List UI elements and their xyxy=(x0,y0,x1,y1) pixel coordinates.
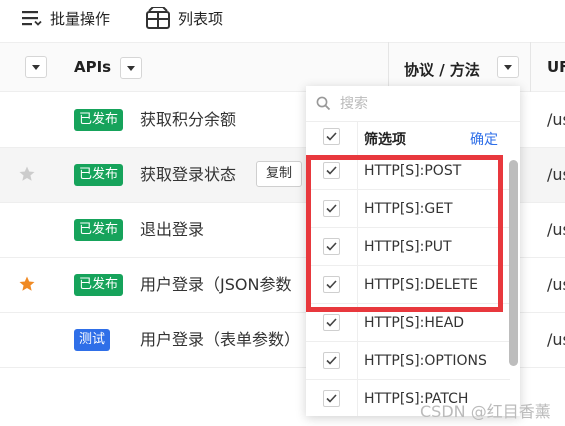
apis-column-dropdown[interactable] xyxy=(120,57,142,79)
option-label: HTTP[S]:HEAD xyxy=(364,315,465,331)
caret-down-icon xyxy=(504,64,512,70)
checkmark-icon xyxy=(326,132,337,141)
api-name[interactable]: 用户登录（表单参数） xyxy=(140,329,300,351)
option-checkbox[interactable] xyxy=(323,200,340,217)
checkmark-icon xyxy=(326,356,337,365)
api-url: /us xyxy=(547,275,565,294)
status-badge: 测试 xyxy=(74,329,111,351)
checkmark-icon xyxy=(326,318,337,327)
checkmark-icon xyxy=(326,280,337,289)
filter-option[interactable]: HTTP[S]:OPTIONS xyxy=(306,342,510,380)
caret-down-icon xyxy=(32,64,40,70)
api-url: /us xyxy=(547,165,565,184)
column-divider xyxy=(388,42,389,92)
filter-option[interactable]: HTTP[S]:GET xyxy=(306,190,510,228)
watermark: CSDN @红目香薰 xyxy=(420,402,551,421)
batch-operation-label: 批量操作 xyxy=(50,9,111,28)
api-name[interactable]: 用户登录（JSON参数 xyxy=(140,274,291,296)
column-divider xyxy=(530,42,531,92)
api-name[interactable]: 获取积分余额 xyxy=(140,109,236,131)
option-label: HTTP[S]:PUT xyxy=(364,239,452,255)
caret-down-icon xyxy=(127,65,135,71)
column-header-apis: APIs xyxy=(74,58,112,76)
filter-option[interactable]: HTTP[S]:PUT xyxy=(306,228,510,266)
list-columns-button[interactable]: 列表项 xyxy=(146,2,223,34)
toolbar: 批量操作 列表项 xyxy=(0,0,565,40)
api-name[interactable]: 退出登录 xyxy=(140,219,204,241)
filter-search-input[interactable] xyxy=(340,93,500,115)
filter-search xyxy=(306,86,520,122)
filter-option[interactable]: HTTP[S]:HEAD xyxy=(306,304,510,342)
filter-scrollbar[interactable] xyxy=(509,160,518,366)
checkmark-icon xyxy=(326,204,337,213)
batch-list-icon xyxy=(22,11,42,26)
status-badge: 已发布 xyxy=(74,219,124,241)
option-label: HTTP[S]:POST xyxy=(364,163,462,179)
list-columns-label: 列表项 xyxy=(178,9,224,28)
checkmark-icon xyxy=(326,394,337,403)
filter-title: 筛选项 xyxy=(364,132,406,148)
star-outline-icon[interactable] xyxy=(18,165,36,183)
api-url: /us xyxy=(547,220,565,239)
filter-option[interactable]: HTTP[S]:DELETE xyxy=(306,266,510,304)
search-icon xyxy=(316,96,331,111)
api-name[interactable]: 获取登录状态 xyxy=(140,164,236,186)
option-label: HTTP[S]:DELETE xyxy=(364,277,479,293)
checkmark-icon xyxy=(326,166,337,175)
option-checkbox[interactable] xyxy=(323,390,340,407)
option-checkbox[interactable] xyxy=(323,352,340,369)
status-badge: 已发布 xyxy=(74,274,124,296)
option-checkbox[interactable] xyxy=(323,238,340,255)
option-checkbox[interactable] xyxy=(323,276,340,293)
method-filter-popover: 筛选项 确定 HTTP[S]:POST HTTP[S]:GET HTTP[S]:… xyxy=(306,86,520,416)
filter-option[interactable]: HTTP[S]:POST xyxy=(306,152,510,190)
method-filter-dropdown[interactable] xyxy=(497,56,519,78)
column-header-method: 协议 / 方法 xyxy=(404,61,480,79)
table-icon xyxy=(146,7,170,29)
status-badge: 已发布 xyxy=(74,164,124,186)
table-header: APIs 协议 / 方法 UF xyxy=(0,42,565,92)
option-checkbox[interactable] xyxy=(323,162,340,179)
select-all-dropdown[interactable] xyxy=(25,56,47,78)
copy-button[interactable]: 复制 xyxy=(256,161,303,187)
option-label: HTTP[S]:OPTIONS xyxy=(364,353,487,369)
option-checkbox[interactable] xyxy=(323,314,340,331)
status-badge: 已发布 xyxy=(74,109,124,131)
select-all-checkbox[interactable] xyxy=(323,128,340,145)
column-header-url: UF xyxy=(547,58,565,76)
api-url: /us xyxy=(547,110,565,129)
checkmark-icon xyxy=(326,242,337,251)
batch-operation-button[interactable]: 批量操作 xyxy=(22,2,110,34)
filter-header: 筛选项 确定 xyxy=(306,122,520,152)
option-label: HTTP[S]:GET xyxy=(364,201,453,217)
confirm-button[interactable]: 确定 xyxy=(470,129,498,149)
api-url: /us xyxy=(547,330,565,349)
star-filled-icon[interactable] xyxy=(18,275,36,293)
